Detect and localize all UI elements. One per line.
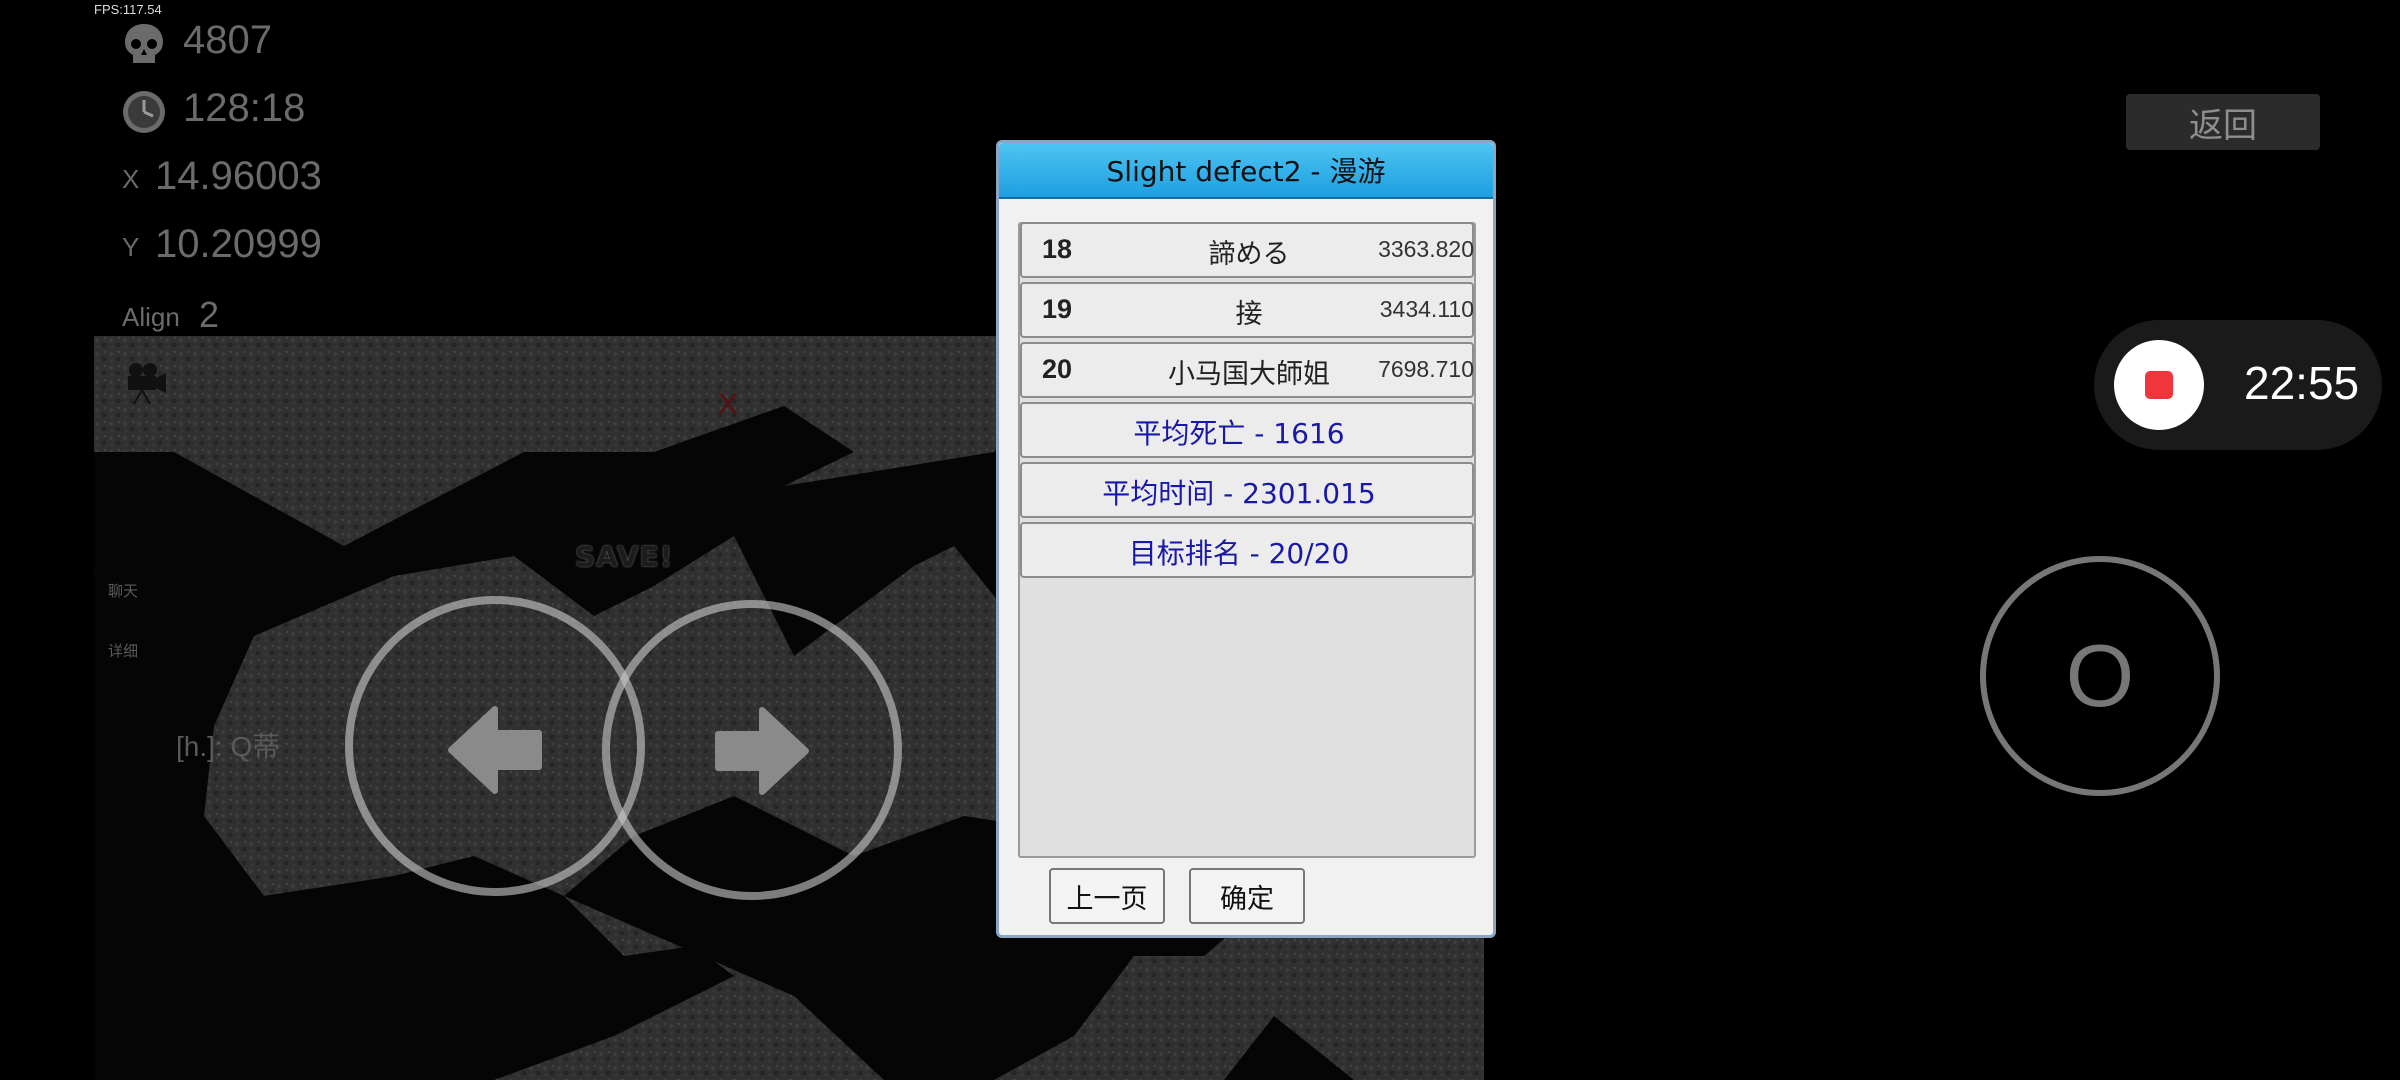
y-label: Y <box>122 232 140 262</box>
jump-button[interactable]: O <box>1980 556 2220 796</box>
summary-row-avg-deaths: 平均死亡 - 1616 <box>1020 402 1474 458</box>
confirm-button[interactable]: 确定 <box>1189 868 1305 924</box>
save-point-label: SAVE! <box>575 540 674 573</box>
back-button[interactable]: 返回 <box>2126 94 2320 150</box>
leaderboard-row[interactable]: 18 諦める 3363.820 <box>1020 222 1474 278</box>
chat-link[interactable]: 聊天 <box>108 580 138 601</box>
align-value: 2 <box>199 294 220 335</box>
summary-text: 平均死亡 - 1616 <box>1133 417 1345 450</box>
summary-row-avg-time: 平均时间 - 2301.015 <box>1020 462 1474 518</box>
camera-icon[interactable] <box>124 360 170 406</box>
prev-page-button[interactable]: 上一页 <box>1049 868 1165 924</box>
summary-row-target-rank: 目标排名 - 20/20 <box>1020 522 1474 578</box>
right-dpad-button[interactable] <box>602 600 902 900</box>
x-coordinate: 14.96003 <box>155 154 322 198</box>
arrow-left-icon <box>448 706 542 794</box>
summary-text: 平均时间 - 2301.015 <box>1102 477 1376 510</box>
record-timer: 22:55 <box>2244 357 2360 409</box>
death-count: 4807 <box>183 18 272 62</box>
fps-counter: FPS:117.54 <box>94 2 162 17</box>
align-label: Align <box>122 302 180 332</box>
x-label: X <box>122 164 140 194</box>
dialog-title: Slight defect2 - 漫游 <box>999 143 1493 199</box>
stop-icon <box>2145 371 2173 399</box>
leaderboard-row[interactable]: 19 接 3434.110 <box>1020 282 1474 338</box>
detail-link[interactable]: 详细 <box>108 640 138 661</box>
y-coordinate: 10.20999 <box>155 222 322 266</box>
marker-x: X <box>718 388 739 421</box>
chat-message: [h.]: Q蒂 <box>176 731 281 762</box>
clock-icon <box>123 91 165 133</box>
row-time: 3434.110 <box>1379 296 1474 322</box>
play-time: 128:18 <box>183 86 306 130</box>
row-time: 7698.710 <box>1378 356 1474 382</box>
summary-text: 目标排名 - 20/20 <box>1128 537 1350 570</box>
leaderboard-row[interactable]: 20 小马国大師姐 7698.710 <box>1020 342 1474 398</box>
row-time: 3363.820 <box>1378 236 1474 262</box>
left-dpad-button[interactable] <box>345 596 645 896</box>
arrow-right-icon <box>715 707 809 795</box>
skull-icon <box>125 24 163 63</box>
